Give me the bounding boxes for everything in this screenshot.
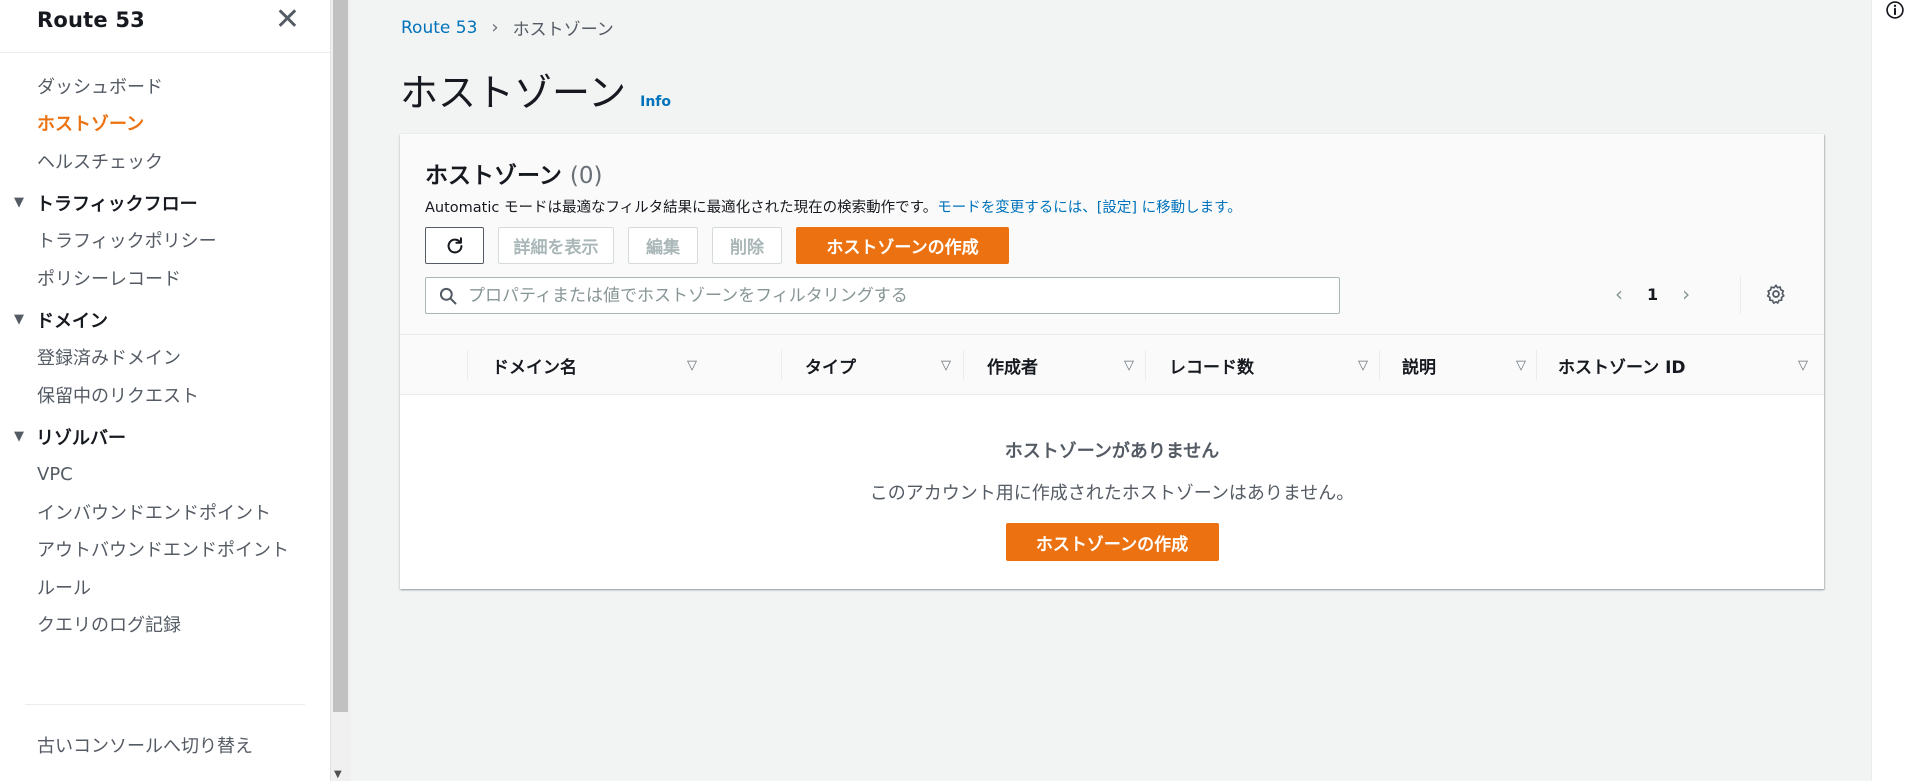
sidebar-header: Route 53 ✕	[0, 0, 330, 40]
description-text: Automatic モードは最適なフィルタ結果に最適化された現在の検索動作です。	[425, 200, 938, 216]
container-title: ホストゾーン	[425, 163, 562, 189]
gear-icon[interactable]	[1765, 283, 1787, 309]
breadcrumb-current: ホストゾーン	[512, 20, 614, 40]
zone-count: (0)	[569, 163, 603, 189]
column-separator	[963, 350, 964, 380]
delete-button[interactable]: 削除	[712, 227, 782, 264]
section-label: ドメイン	[36, 310, 108, 332]
scroll-down-icon[interactable]: ▼	[334, 769, 342, 780]
sidebar-item-pending-requests[interactable]: 保留中のリクエスト	[0, 376, 330, 414]
column-label: 説明	[1402, 357, 1436, 378]
section-label: リゾルバー	[36, 427, 126, 449]
sidebar-item-dashboard[interactable]: ダッシュボード	[0, 67, 330, 105]
column-header-record-count[interactable]: レコード数 ▽	[1169, 335, 1368, 395]
edit-button[interactable]: 編集	[628, 227, 698, 264]
search-icon	[439, 287, 457, 304]
empty-state-title: ホストゾーンがありません	[1004, 441, 1220, 462]
sidebar-divider	[0, 52, 330, 53]
breadcrumb: Route 53 › ホストゾーン	[401, 15, 614, 40]
column-label: ドメイン名	[492, 357, 577, 378]
info-circle-icon	[1886, 1, 1904, 19]
search-input[interactable]	[468, 285, 1318, 306]
page-number[interactable]: 1	[1647, 285, 1658, 304]
column-label: タイプ	[805, 357, 856, 378]
refresh-button[interactable]	[425, 227, 484, 264]
sidebar-divider	[25, 704, 305, 705]
refresh-icon	[447, 236, 462, 253]
sort-icon: ▽	[1798, 357, 1808, 373]
chevron-right-icon: ›	[491, 17, 499, 38]
column-separator	[1536, 350, 1537, 380]
sidebar-item-health-checks[interactable]: ヘルスチェック	[0, 142, 330, 180]
column-separator	[467, 350, 468, 380]
sidebar-section-resolver[interactable]: ▼ リゾルバー	[0, 418, 330, 456]
column-header-domain-name[interactable]: ドメイン名 ▽	[492, 335, 697, 395]
sidebar-item-vpcs[interactable]: VPC	[0, 456, 330, 494]
sort-icon: ▽	[1358, 357, 1368, 373]
container-description: Automatic モードは最適なフィルタ結果に最適化された現在の検索動作です。…	[425, 196, 1799, 217]
info-icon[interactable]	[1885, 0, 1905, 24]
sidebar-title: Route 53	[37, 8, 145, 32]
caret-down-icon: ▼	[14, 195, 24, 210]
sidebar-item-query-logging[interactable]: クエリのログ記録	[0, 606, 330, 644]
empty-create-hosted-zone-button[interactable]: ホストゾーンの作成	[1005, 523, 1219, 561]
column-label: レコード数	[1169, 357, 1254, 378]
search-box[interactable]	[425, 277, 1340, 314]
column-label: 作成者	[987, 357, 1038, 378]
settings-link[interactable]: モードを変更するには、[設定] に移動します。	[937, 200, 1241, 216]
column-separator	[781, 350, 782, 380]
page-title-row: ホストゾーン Info	[400, 62, 671, 117]
caret-down-icon: ▼	[14, 312, 24, 327]
container-title-row: ホストゾーン (0)	[425, 156, 1799, 190]
column-label: ホストゾーン ID	[1558, 357, 1686, 378]
create-hosted-zone-button[interactable]: ホストゾーンの作成	[796, 227, 1009, 264]
chevron-right-icon[interactable]: ›	[1682, 282, 1690, 306]
empty-state: ホストゾーンがありません このアカウント用に作成されたホストゾーンはありません。…	[400, 395, 1824, 561]
switch-old-console-link[interactable]: 古いコンソールへ切り替え	[37, 732, 253, 758]
sidebar-section-domains[interactable]: ▼ ドメイン	[0, 301, 330, 339]
container-header: ホストゾーン (0) Automatic モードは最適なフィルタ結果に最適化され…	[400, 134, 1824, 334]
sort-icon: ▽	[687, 357, 697, 373]
sort-icon: ▽	[1516, 357, 1526, 373]
sort-icon: ▽	[1124, 357, 1134, 373]
column-header-description[interactable]: 説明 ▽	[1402, 335, 1526, 395]
column-separator	[1379, 350, 1380, 380]
empty-state-subtitle: このアカウント用に作成されたホストゾーンはありません。	[869, 483, 1355, 504]
sidebar-item-policy-records[interactable]: ポリシーレコード	[0, 259, 330, 297]
info-link[interactable]: Info	[640, 94, 671, 110]
sidebar-item-registered-domains[interactable]: 登録済みドメイン	[0, 339, 330, 377]
preferences-gear-icon	[1766, 284, 1785, 304]
table-header: ドメイン名 ▽ タイプ ▽ 作成者 ▽ レコード数 ▽ 説明 ▽ ホストゾーン ID ▽	[400, 334, 1824, 395]
sidebar-section-traffic-flow[interactable]: ▼ トラフィックフロー	[0, 184, 330, 222]
sidebar-item-rules[interactable]: ルール	[0, 568, 330, 606]
sidebar: Route 53 ✕ ダッシュボード ホストゾーン ヘルスチェック ▼ トラフィ…	[0, 0, 330, 781]
pagination: ‹ 1 ›	[1615, 282, 1690, 306]
sidebar-item-outbound-endpoints[interactable]: アウトバウンドエンドポイント	[0, 531, 330, 569]
column-header-hosted-zone-id[interactable]: ホストゾーン ID ▽	[1558, 335, 1808, 395]
sidebar-item-inbound-endpoints[interactable]: インバウンドエンドポイント	[0, 493, 330, 531]
section-label: トラフィックフロー	[36, 193, 198, 215]
toolbar: 詳細を表示 編集 削除 ホストゾーンの作成	[425, 227, 1009, 264]
sort-icon: ▽	[941, 357, 951, 373]
sidebar-item-traffic-policies[interactable]: トラフィックポリシー	[0, 222, 330, 260]
main-content: Route 53 › ホストゾーン ホストゾーン Info ホストゾーン (0)…	[351, 0, 1871, 781]
column-header-created-by[interactable]: 作成者 ▽	[987, 335, 1134, 395]
column-separator	[1145, 350, 1146, 380]
breadcrumb-root-link[interactable]: Route 53	[401, 18, 477, 38]
close-icon[interactable]: ✕	[275, 5, 300, 35]
hosted-zones-container: ホストゾーン (0) Automatic モードは最適なフィルタ結果に最適化され…	[400, 134, 1824, 589]
chevron-left-icon[interactable]: ‹	[1615, 282, 1623, 306]
page-title: ホストゾーン	[400, 71, 627, 115]
help-panel-rail	[1871, 0, 1920, 781]
sidebar-item-hosted-zones[interactable]: ホストゾーン	[0, 105, 330, 143]
pager-divider	[1740, 276, 1741, 314]
view-details-button[interactable]: 詳細を表示	[498, 227, 614, 264]
column-header-type[interactable]: タイプ ▽	[805, 335, 951, 395]
caret-down-icon: ▼	[14, 429, 24, 444]
scrollbar-thumb[interactable]	[333, 0, 348, 712]
